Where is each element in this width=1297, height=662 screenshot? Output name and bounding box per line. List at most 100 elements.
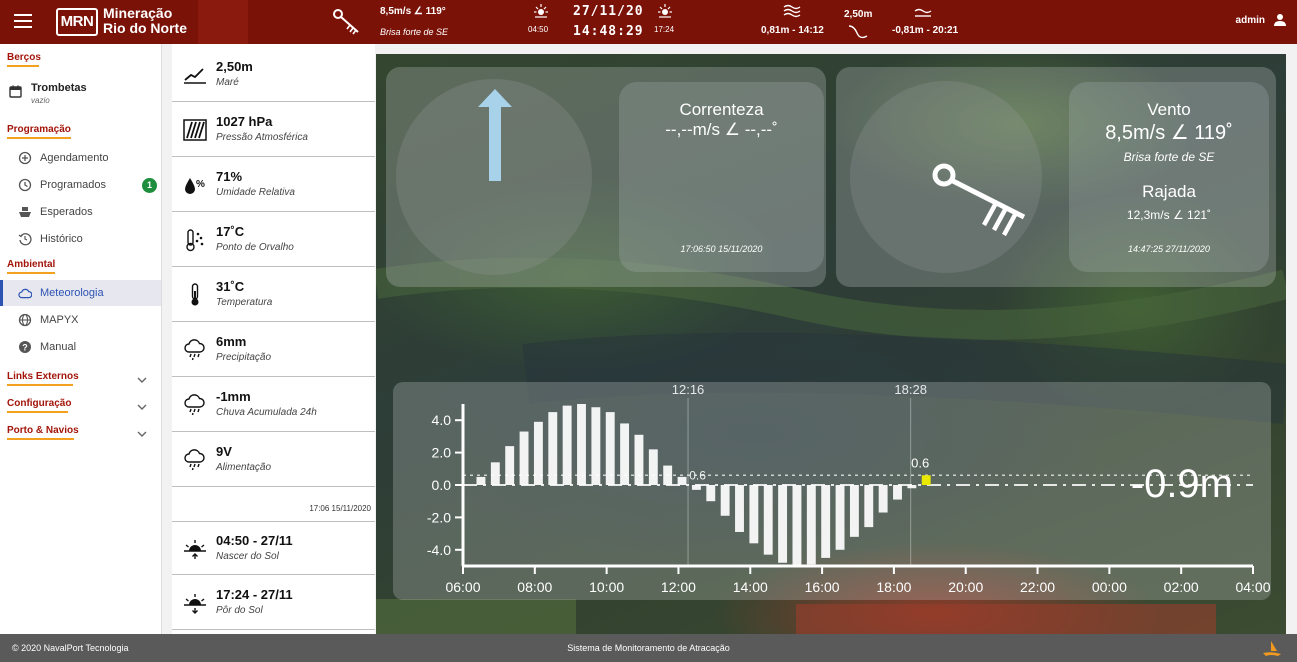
sidebar-item-agendamento[interactable]: Agendamento [0,145,161,171]
sensor-list: 2,50m Maré 1027 hPa Pressão Atmosférica … [172,44,375,634]
x-tick-label: 00:00 [1092,579,1127,595]
section-links-externos[interactable]: Links Externos [7,371,79,386]
footer: © 2020 NavalPort Tecnologia Sistema de M… [0,634,1297,662]
sensor-label: Pôr do Sol [216,605,263,616]
current-value: --,--m/s ∠ --,--˚ [665,120,778,139]
cloud-icon [18,288,32,299]
clock-icon [18,178,32,192]
svg-text:?: ? [22,343,28,353]
section-ambiental-label: Ambiental [7,259,56,270]
tide-bar [864,485,874,528]
tide-bar [907,485,917,489]
current-tide-bar [921,475,931,485]
ship-icon [19,207,31,217]
sensor-value: 1027 hPa [216,114,273,129]
section-configuracao[interactable]: Configuração [7,398,72,413]
current-arrow-icon [478,89,512,181]
tide-bar [878,485,888,513]
sensor-row-nascer-sol: 04:50 - 27/11 Nascer do Sol [172,521,375,575]
user-name[interactable]: admin [1236,15,1265,26]
chevron-down-icon[interactable] [137,429,147,439]
current-title: Correnteza [679,100,764,119]
sensor-value: 9V [216,444,232,459]
sensor-row-alimentacao: 9V Alimentação [172,433,375,487]
chevron-down-icon[interactable] [137,375,147,385]
tide-bar [605,412,615,485]
wind-title: Vento [1147,100,1191,119]
wind-readout: Vento 8,5m/s ∠ 119˚ Brisa forte de SE Ra… [1069,82,1269,272]
time-marker-label: 18:28 [894,382,927,397]
satellite-map[interactable]: Correnteza --,--m/s ∠ --,--˚ 17:06:50 15… [376,54,1286,634]
section-porto-navios[interactable]: Porto & Navios [7,425,79,440]
user-icon[interactable] [1273,13,1287,27]
top-bar: MRN Mineração Rio do Norte 8,5m/s ∠ 119°… [0,0,1297,44]
sidebar-item-label: Histórico [40,233,83,245]
sensor-label: Ponto de Orvalho [216,242,294,253]
sidebar-item-manual[interactable]: ? Manual [0,334,161,360]
section-ambiental: Ambiental [7,259,56,274]
section-bercos: Berços [7,52,41,67]
sensor-label: Pressão Atmosférica [216,132,308,143]
section-bercos-label: Berços [7,52,41,63]
x-tick-label: 08:00 [517,579,552,595]
sensor-value: 71% [216,169,243,184]
tide-bar [835,485,845,550]
sidebar-item-label: Meteorologia [40,287,104,299]
tide-bar [691,485,701,490]
sidebar-item-label: MAPYX [40,314,79,326]
chevron-down-icon[interactable] [137,402,147,412]
x-tick-label: 14:00 [733,579,768,595]
sidebar-item-programados[interactable]: Programados 1 [0,172,161,198]
section-programacao: Programação [7,124,71,139]
gust-title: Rajada [1142,182,1196,201]
tide-bar [706,485,716,502]
sensor-label: Chuva Acumulada 24h [216,407,317,418]
tide-chart-panel: 4.0 2.0 0.0 -2.0 -4.0 06:00 08:00 10:00 12:00 14:… [393,382,1271,600]
sidebar-item-meteorologia[interactable]: Meteorologia [0,280,161,306]
tide-bar [548,412,558,485]
low-tide-icon [914,8,932,17]
sidebar-item-historico[interactable]: Histórico [0,226,161,252]
tide-bar [577,404,586,485]
sensor-value: -1mm [216,389,251,404]
add-clock-icon [18,151,32,165]
sensor-label: Precipitação [216,352,272,363]
y-tick-label: 4.0 [432,412,452,428]
sensor-value: 6mm [216,334,247,349]
point-label: 0.6 [689,468,706,482]
calendar-icon [9,85,22,98]
header-date: 27/11/20 [573,4,644,19]
sidebar-item-mapyx[interactable]: MAPYX [0,307,161,333]
thermometer-icon [191,283,199,306]
sunrise-icon [534,4,548,18]
sensor-value: 2,50m [216,59,253,74]
tide-bar [749,485,759,544]
tide-bar [720,485,730,516]
header-wind-desc: Brisa forte de SE [380,27,449,37]
section-config-label: Configuração [7,398,72,409]
brand-logo[interactable]: MRN [56,8,98,36]
sunrise-icon [184,540,206,559]
svg-text:%: % [196,179,205,190]
header-divider [198,0,248,44]
header-sunset-time: 17:24 [654,25,675,34]
tide-bar [505,446,515,485]
brand-name-line1: Mineração [103,5,173,21]
high-tide-icon [783,4,801,18]
threshold-label: 0.6 [911,455,929,470]
sensor-timestamp: 17:06 15/11/2020 [309,504,371,513]
sidebar-item-esperados[interactable]: Esperados [0,199,161,225]
tide-bar [763,485,773,555]
tide-bar [476,476,486,485]
current-panel: Correnteza --,--m/s ∠ --,--˚ 17:06:50 15… [386,67,826,287]
berth-trombetas[interactable]: Trombetas vazio [9,81,159,109]
wind-value: 8,5m/s ∠ 119˚ [1105,122,1233,144]
sidebar-item-label: Agendamento [40,152,109,164]
header-tide-level: 2,50m [844,9,873,20]
tide-bar [490,462,500,485]
sidebar-item-label: Esperados [40,206,93,218]
brand-name[interactable]: Mineração Rio do Norte [103,6,187,36]
menu-icon[interactable] [14,14,32,30]
header-time: 14:48:29 [573,24,644,39]
wind-vane-icon [333,9,359,35]
